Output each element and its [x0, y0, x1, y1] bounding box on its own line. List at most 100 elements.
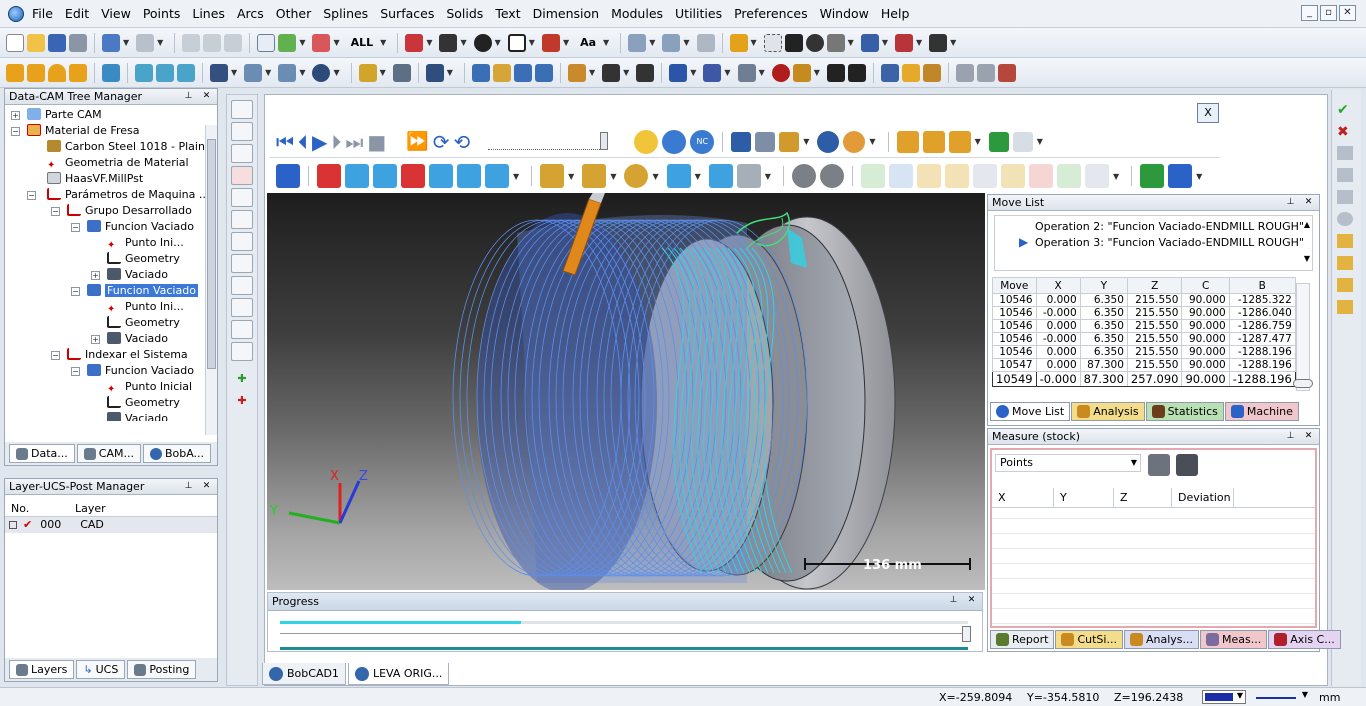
close-icon[interactable]: ✕ — [200, 90, 213, 103]
tree-item-grupo[interactable]: Grupo Desarrollado — [67, 203, 192, 219]
snap-point-icon[interactable] — [1337, 278, 1353, 292]
expand-toggle[interactable]: − — [51, 351, 60, 360]
select-filter-icon[interactable] — [278, 33, 297, 52]
zoom-window-icon[interactable] — [763, 33, 782, 52]
tree-item-punto-3[interactable]: ✦ Punto Inicial — [107, 379, 192, 395]
measure-mode-select[interactable]: Points ▼ — [995, 454, 1141, 472]
props-icon[interactable] — [1337, 146, 1353, 160]
menu-solids[interactable]: Solids — [440, 6, 489, 21]
spindle-icon[interactable] — [624, 164, 649, 188]
tree-item-geometry-2[interactable]: Geometry — [107, 315, 180, 331]
menu-other[interactable]: Other — [270, 6, 318, 21]
path-icon-7[interactable] — [1028, 164, 1053, 188]
expand-toggle[interactable]: + — [91, 335, 100, 344]
close-icon[interactable]: ✕ — [200, 480, 213, 493]
expand-toggle[interactable]: − — [71, 367, 80, 376]
ruler-icon[interactable] — [1337, 234, 1353, 248]
step-forward-icon[interactable]: ⏵ — [331, 130, 341, 154]
tree-item-geometry-1[interactable]: Geometry — [107, 251, 180, 267]
flag-icon[interactable] — [1012, 131, 1033, 152]
rectangle-icon[interactable] — [507, 33, 526, 52]
color-icon[interactable] — [405, 33, 424, 52]
ruler-2-icon[interactable] — [1337, 256, 1353, 270]
menu-modules[interactable]: Modules — [605, 6, 669, 21]
close-icon[interactable]: ✕ — [1302, 430, 1315, 443]
tree-item-punto-1[interactable]: ✦ Punto Ini... — [107, 235, 184, 251]
tab-cutsi[interactable]: CutSi... — [1055, 630, 1123, 649]
measure-clear-icon[interactable] — [1176, 454, 1198, 476]
menu-file[interactable]: File — [26, 6, 59, 21]
tree-item-vaciado-1[interactable]: Vaciado — [107, 267, 168, 283]
tree-item-indexar[interactable]: Indexar el Sistema — [67, 347, 188, 363]
view-options-icon[interactable] — [826, 33, 845, 52]
table-row-current[interactable]: 10549 -0.000 87.300 257.090 90.000 -1288.196 — [992, 371, 1296, 387]
print-icon[interactable] — [69, 33, 87, 52]
tab-analysis[interactable]: Analysis — [1071, 402, 1145, 421]
view-top-icon[interactable] — [345, 164, 369, 188]
tab-ucs[interactable]: ↳ UCS — [76, 660, 126, 679]
snap-end-icon[interactable] — [1337, 300, 1353, 314]
path-icon-1[interactable] — [860, 164, 885, 188]
line-style-icon[interactable] — [439, 33, 458, 52]
path-icon-5[interactable] — [972, 164, 997, 188]
expand-toggle[interactable]: + — [91, 271, 100, 280]
menu-help[interactable]: Help — [875, 6, 916, 21]
path-icon-3[interactable] — [916, 164, 941, 188]
target-icon[interactable] — [1337, 212, 1353, 226]
tab-machine[interactable]: Machine — [1224, 402, 1299, 421]
dimension-icon[interactable] — [628, 33, 647, 52]
pin-icon[interactable]: ⊥ — [1284, 196, 1297, 209]
surface-sweep-icon[interactable] — [278, 63, 297, 82]
move-list-scroll-thumb[interactable] — [1293, 379, 1313, 388]
doc-tab-leva[interactable]: LEVA ORIG... — [347, 663, 450, 685]
tab-boba[interactable]: BobA... — [142, 444, 212, 463]
expand-toggle[interactable]: − — [27, 191, 36, 200]
path-icon-2[interactable] — [888, 164, 913, 188]
break-icon[interactable] — [513, 63, 532, 82]
layer-row[interactable]: ✔ 000 CAD — [5, 517, 217, 533]
tab-meas[interactable]: Meas... — [1200, 630, 1268, 649]
part-display-icon[interactable] — [708, 164, 733, 188]
tree-item-geometria-material[interactable]: ✦ Geometria de Material — [47, 155, 189, 171]
rotate-view-icon[interactable] — [805, 33, 824, 52]
gouge-icon[interactable] — [922, 130, 945, 153]
play-icon[interactable]: ▶ — [312, 130, 327, 154]
menu-lines[interactable]: Lines — [186, 6, 231, 21]
operation-item[interactable]: Operation 2: "Funcion Vaciado-ENDMILL RO… — [1035, 220, 1304, 233]
path-icon-9[interactable] — [1084, 164, 1109, 188]
join-icon[interactable] — [534, 63, 553, 82]
accept-icon[interactable]: ✔ — [1337, 102, 1353, 118]
tree-item-carbon-steel[interactable]: Carbon Steel 1018 - Plain (1 — [47, 139, 217, 155]
speed-slider[interactable] — [488, 131, 609, 150]
cam-tool-12-icon[interactable] — [231, 342, 253, 361]
stop-sim-icon[interactable]: ■ — [367, 130, 386, 154]
tree-item-funcion-1[interactable]: Funcion Vaciado — [87, 219, 194, 235]
wireframe-icon[interactable] — [392, 63, 411, 82]
snap-icon[interactable] — [860, 33, 879, 52]
cam-tool-4-icon[interactable] — [231, 166, 253, 185]
arrange-icon[interactable] — [662, 33, 681, 52]
tree-scrollbar[interactable] — [205, 125, 217, 435]
section-icon[interactable] — [826, 63, 845, 82]
cam-tool-11-icon[interactable] — [231, 320, 253, 339]
fast-forward-icon[interactable]: ⏭ — [345, 130, 363, 154]
project-icon[interactable] — [847, 63, 866, 82]
step-back-icon[interactable]: ⏴ — [298, 130, 308, 154]
path-icon-6[interactable] — [1000, 164, 1025, 188]
tree-item-post[interactable]: HaasVF.MillPst — [47, 171, 143, 187]
solid-cone-icon[interactable] — [48, 63, 66, 82]
pin-icon[interactable]: ⊥ — [947, 594, 960, 607]
cam-delete-icon[interactable]: ✚ — [231, 394, 253, 413]
close-icon[interactable]: ✕ — [1302, 196, 1315, 209]
cam-tool-8-icon[interactable] — [231, 254, 253, 273]
fit-view-icon[interactable] — [276, 164, 300, 188]
view-left-icon[interactable] — [429, 164, 453, 188]
menu-text[interactable]: Text — [489, 6, 526, 21]
boolean-intersect-icon[interactable] — [177, 63, 195, 82]
stop-icon[interactable] — [771, 63, 790, 82]
fixture-icon[interactable] — [736, 164, 761, 188]
spline-icon[interactable] — [541, 33, 560, 52]
boolean-subtract-icon[interactable] — [156, 63, 174, 82]
repeat-icon[interactable]: ⟲ — [453, 130, 470, 154]
fillet-icon[interactable] — [636, 63, 655, 82]
